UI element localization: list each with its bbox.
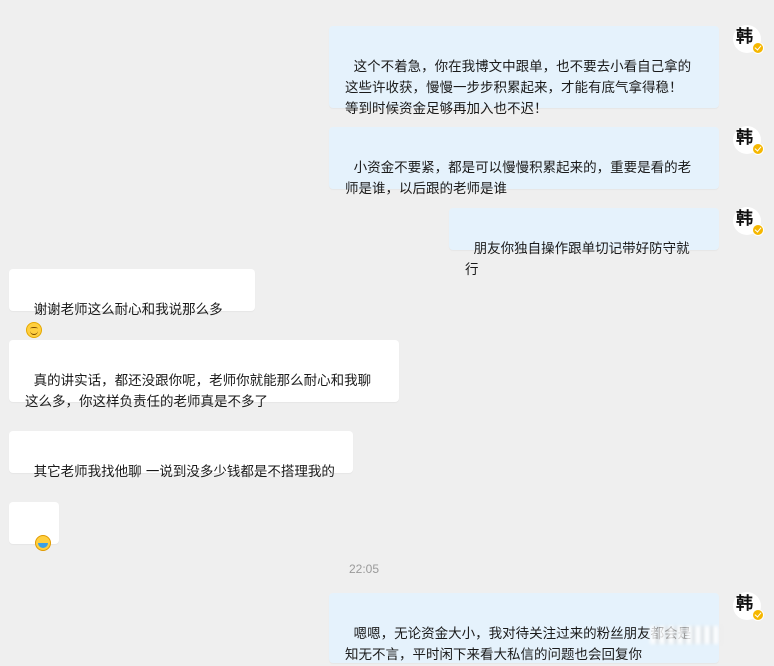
verified-badge-icon [752,143,764,155]
avatar[interactable]: 韩 [733,126,764,155]
blur-overlay [650,626,720,644]
message-text: 其它老师我找他聊 一说到没多少钱都是不搭理我的 [33,464,335,480]
message-bubble-incoming[interactable] [9,502,59,551]
message-text: 谢谢老师这么耐心和我说那么多 [33,302,223,318]
message-text: 小资金不要紧，都是可以慢慢积累起来的，重要是看的老 师是谁，以后跟的老师是谁 [345,160,692,197]
message-text: 这个不着急，你在我博文中跟单，也不要去小看自己拿的 这些许收获，慢慢一步步积累起… [345,59,692,117]
verified-badge-icon [752,42,764,54]
sticker-icon [34,535,51,551]
avatar-glyph: 韩 [736,128,753,148]
avatar[interactable]: 韩 [733,592,764,621]
smiling-face-icon [26,322,42,338]
avatar-glyph: 韩 [736,594,753,614]
message-timestamp: 22:05 [348,562,380,576]
message-bubble-incoming[interactable]: 谢谢老师这么耐心和我说那么多 [9,269,255,338]
message-text: 朋友你独自操作跟单切记带好防守就行 [465,241,690,278]
message-bubble-incoming[interactable]: 其它老师我找他聊 一说到没多少钱都是不搭理我的 [9,431,353,480]
verified-badge-icon [752,609,764,621]
message-bubble-incoming[interactable]: 真的讲实话，都还没跟你呢，老师你就能那么耐心和我聊 这么多，你这样负责任的老师真… [9,340,399,410]
verified-badge-icon [752,224,764,236]
message-text: 真的讲实话，都还没跟你呢，老师你就能那么耐心和我聊 这么多，你这样负责任的老师真… [25,373,372,410]
message-bubble-outgoing[interactable]: 朋友你独自操作跟单切记带好防守就行 [449,208,719,278]
avatar-glyph: 韩 [736,27,753,47]
message-bubble-outgoing[interactable]: 小资金不要紧，都是可以慢慢积累起来的，重要是看的老 师是谁，以后跟的老师是谁 [329,127,719,197]
message-bubble-outgoing[interactable]: 这个不着急，你在我博文中跟单，也不要去小看自己拿的 这些许收获，慢慢一步步积累起… [329,26,719,117]
avatar[interactable]: 韩 [733,25,764,54]
message-text: 嗯嗯，无论资金大小，我对待关注过来的粉丝朋友都会是 知无不言，平时闲下来看大私信… [345,626,692,663]
avatar-glyph: 韩 [736,209,753,229]
avatar[interactable]: 韩 [733,207,764,236]
